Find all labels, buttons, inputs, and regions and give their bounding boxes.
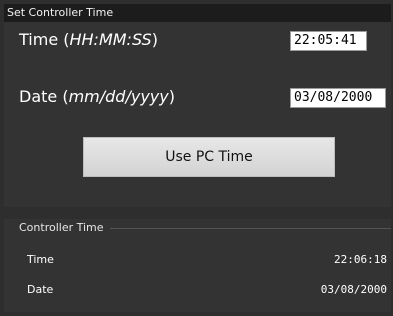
header-divider [109, 227, 391, 229]
controller-time-value: 22:06:18 [334, 253, 387, 266]
controller-time-panel: Controller Time Time 22:06:18 Date 03/08… [4, 219, 391, 312]
set-controller-time-panel: Set Controller Time Time (HH:MM:SS) Date… [4, 4, 391, 207]
date-label-prefix: Date ( [19, 87, 69, 106]
controller-time-header: Controller Time [4, 219, 391, 237]
controller-date-label: Date [27, 283, 54, 296]
time-field-label: Time (HH:MM:SS) [19, 30, 158, 49]
controller-time-label: Time [27, 253, 54, 266]
date-field-label: Date (mm/dd/yyyy) [19, 87, 175, 106]
set-controller-time-title: Set Controller Time [4, 4, 391, 22]
date-input[interactable] [290, 88, 386, 108]
time-label-prefix: Time ( [19, 30, 70, 49]
use-pc-time-button[interactable]: Use PC Time [83, 137, 335, 177]
time-label-format: HH:MM:SS [69, 30, 152, 49]
date-label-suffix: ) [168, 87, 175, 106]
controller-date-value: 03/08/2000 [320, 283, 387, 296]
time-input[interactable] [290, 31, 367, 51]
controller-time-title: Controller Time [19, 221, 104, 234]
time-label-suffix: ) [151, 30, 158, 49]
date-label-format: mm/dd/yyyy [68, 87, 169, 106]
